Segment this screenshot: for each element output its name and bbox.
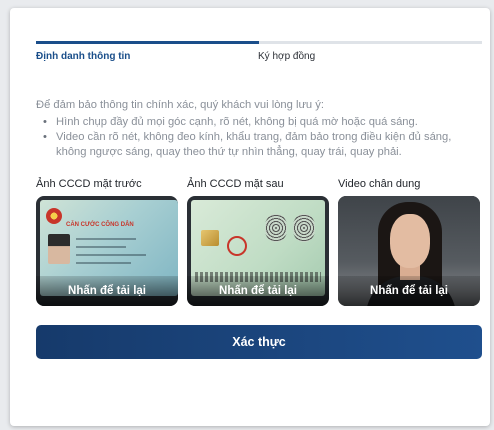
verify-button[interactable]: Xác thực xyxy=(36,325,482,359)
id-back-preview[interactable]: Nhấn để tải lại xyxy=(187,196,329,306)
id-back-title: Ảnh CCCD mặt sau xyxy=(187,178,284,190)
document-uploads: Ảnh CCCD mặt trước CĂN CƯỚC CÔNG DÂN Nhấ… xyxy=(36,178,486,308)
chip-icon xyxy=(201,230,219,246)
portrait-video-upload: Video chân dung Nhấn để tải lại xyxy=(338,178,480,306)
id-photo xyxy=(48,234,70,264)
reload-portrait-video-button[interactable]: Nhấn để tải lại xyxy=(338,276,480,306)
portrait-video-preview[interactable]: Nhấn để tải lại xyxy=(338,196,480,306)
stepper-progress-bar xyxy=(36,41,259,44)
id-back-upload: Ảnh CCCD mặt sau Nhấn để tải lại xyxy=(187,178,329,306)
instructions: Để đảm bảo thông tin chính xác, quý khác… xyxy=(36,98,482,160)
seal-icon xyxy=(227,236,247,256)
portrait-video-title: Video chân dung xyxy=(338,178,421,190)
instruction-item: Hình chụp đầy đủ mọi góc cạnh, rõ nét, k… xyxy=(36,115,482,130)
reload-id-back-button[interactable]: Nhấn để tải lại xyxy=(187,276,329,306)
instructions-list: Hình chụp đầy đủ mọi góc cạnh, rõ nét, k… xyxy=(36,115,482,160)
id-card-heading: CĂN CƯỚC CÔNG DÂN xyxy=(66,222,134,228)
step-contract[interactable]: Ký hợp đồng xyxy=(258,51,315,62)
instructions-intro: Để đảm bảo thông tin chính xác, quý khác… xyxy=(36,99,324,111)
stepper: Định danh thông tin Ký hợp đồng xyxy=(36,41,482,71)
id-text-line xyxy=(76,262,131,264)
fingerprint-icon xyxy=(265,214,287,242)
national-emblem-icon xyxy=(46,208,62,224)
id-text-line xyxy=(76,254,146,256)
step-identity[interactable]: Định danh thông tin xyxy=(36,51,130,62)
id-front-upload: Ảnh CCCD mặt trước CĂN CƯỚC CÔNG DÂN Nhấ… xyxy=(36,178,178,306)
id-text-line xyxy=(76,246,126,248)
fingerprint-icon xyxy=(293,214,315,242)
id-text-line xyxy=(76,238,136,240)
portrait-face xyxy=(390,214,430,268)
id-front-title: Ảnh CCCD mặt trước xyxy=(36,178,142,190)
instruction-item: Video cần rõ nét, không đeo kính, khẩu t… xyxy=(36,130,482,160)
verification-card: Định danh thông tin Ký hợp đồng Để đảm b… xyxy=(10,8,490,426)
reload-id-front-button[interactable]: Nhấn để tải lại xyxy=(36,276,178,306)
id-front-preview[interactable]: CĂN CƯỚC CÔNG DÂN Nhấn để tải lại xyxy=(36,196,178,306)
